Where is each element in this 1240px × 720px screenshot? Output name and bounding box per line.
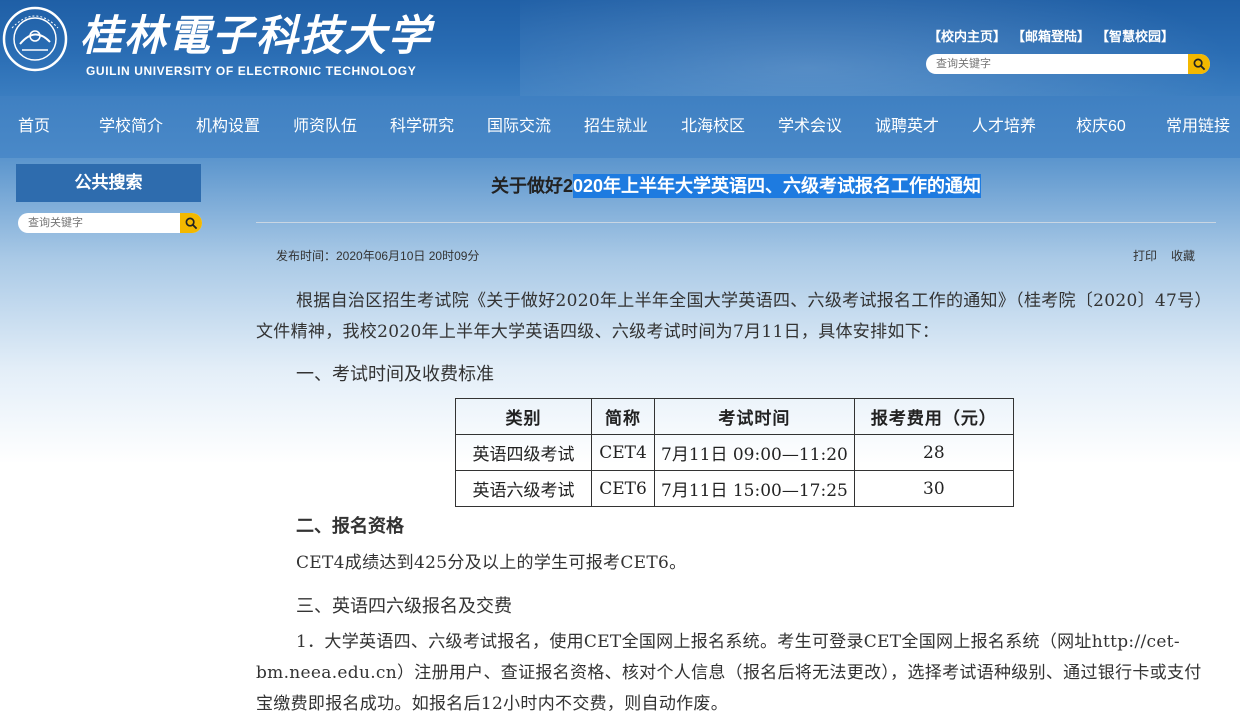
table-cell: CET4 [591, 434, 655, 471]
nav-item-conferences[interactable]: 学术会议 [778, 96, 842, 158]
top-link-campus-home[interactable]: 【校内主页】 [928, 26, 1006, 44]
table-cell: 英语六级考试 [455, 470, 592, 507]
sidebar-search-button[interactable] [180, 213, 202, 233]
registration-step-1: 1．大学英语四、六级考试报名，使用CET全国网上报名系统。考生可登录CET全国网… [256, 632, 1202, 714]
nav-item-recruitment[interactable]: 诚聘英才 [875, 96, 939, 158]
nav-item-beihai-campus[interactable]: 北海校区 [681, 96, 745, 158]
sidebar-search-input[interactable] [24, 213, 182, 233]
nav-item-research[interactable]: 科学研究 [390, 96, 454, 158]
nav-item-links[interactable]: 常用链接 [1166, 96, 1230, 158]
table-header: 考试时间 [654, 398, 855, 435]
publish-time: 发布时间：2020年06月10日 20时09分 [276, 249, 480, 263]
table-header: 报考费用（元） [853, 398, 1014, 435]
header-search-input[interactable] [932, 54, 1190, 74]
nav-item-international[interactable]: 国际交流 [487, 96, 551, 158]
nav-item-organization[interactable]: 机构设置 [196, 96, 260, 158]
print-link[interactable]: 打印 [1133, 247, 1157, 264]
table-row: 英语六级考试 CET6 7月11日 15:00—17:25 30 [455, 470, 1014, 507]
section-heading-registration: 三、英语四六级报名及交费 [296, 596, 512, 616]
header-search [926, 54, 1210, 74]
site-header: 桂林電子科技大学 GUILIN UNIVERSITY OF ELECTRONIC… [0, 0, 1240, 96]
table-cell: 7月11日 15:00—17:25 [654, 470, 855, 507]
nav-item-admission[interactable]: 招生就业 [584, 96, 648, 158]
table-cell: 30 [853, 470, 1014, 507]
top-links: 【校内主页】 【邮箱登陆】 【智慧校园】 [928, 26, 1174, 44]
section-heading-exam-time: 一、考试时间及收费标准 [296, 364, 494, 384]
university-name-cn[interactable]: 桂林電子科技大学 [80, 10, 440, 62]
fee-table: 类别 简称 考试时间 报考费用（元） 英语四级考试 CET4 7月11日 09:… [455, 398, 1014, 507]
nav-item-talent-training[interactable]: 人才培养 [972, 96, 1036, 158]
article-tools: 打印 收藏 [1133, 247, 1195, 264]
table-header-row: 类别 简称 考试时间 报考费用（元） [455, 398, 1014, 435]
search-icon [1193, 58, 1205, 70]
main-nav: 首页 学校简介 机构设置 师资队伍 科学研究 国际交流 招生就业 北海校区 学术… [0, 96, 1240, 158]
nav-item-faculty[interactable]: 师资队伍 [293, 96, 357, 158]
table-cell: 英语四级考试 [455, 434, 592, 471]
article-title: 关于做好2020年上半年大学英语四、六级考试报名工作的通知 [256, 172, 1216, 198]
header-search-button[interactable] [1188, 54, 1210, 74]
top-link-mail-login[interactable]: 【邮箱登陆】 [1012, 26, 1090, 44]
table-header: 简称 [591, 398, 655, 435]
eligibility-text: CET4成绩达到425分及以上的学生可报考CET6。 [296, 553, 687, 573]
nav-item-about[interactable]: 学校简介 [99, 96, 163, 158]
table-cell: 28 [853, 434, 1014, 471]
search-icon [185, 217, 197, 229]
nav-item-anniversary[interactable]: 校庆60 [1076, 96, 1126, 158]
favorite-link[interactable]: 收藏 [1171, 247, 1195, 264]
top-link-smart-campus[interactable]: 【智慧校园】 [1096, 26, 1174, 44]
university-seal-logo[interactable] [2, 6, 68, 72]
university-name-en: GUILIN UNIVERSITY OF ELECTRONIC TECHNOLO… [86, 64, 417, 78]
table-cell: CET6 [591, 470, 655, 507]
section-heading-eligibility: 二、报名资格 [296, 516, 404, 536]
article-title-selected: 020年上半年大学英语四、六级考试报名工作的通知 [572, 174, 982, 198]
table-header: 类别 [455, 398, 592, 435]
sidebar-search [18, 213, 202, 233]
title-divider [256, 222, 1216, 223]
article-intro: 根据自治区招生考试院《关于做好2020年上半年全国大学英语四、六级考试报名工作的… [256, 291, 1204, 342]
header-glow [520, 0, 1240, 96]
article-title-prefix: 关于做好2 [490, 176, 573, 196]
table-cell: 7月11日 09:00—11:20 [654, 434, 855, 471]
table-row: 英语四级考试 CET4 7月11日 09:00—11:20 28 [455, 434, 1014, 471]
sidebar-title: 公共搜索 [16, 164, 201, 202]
nav-item-home[interactable]: 首页 [18, 96, 50, 158]
